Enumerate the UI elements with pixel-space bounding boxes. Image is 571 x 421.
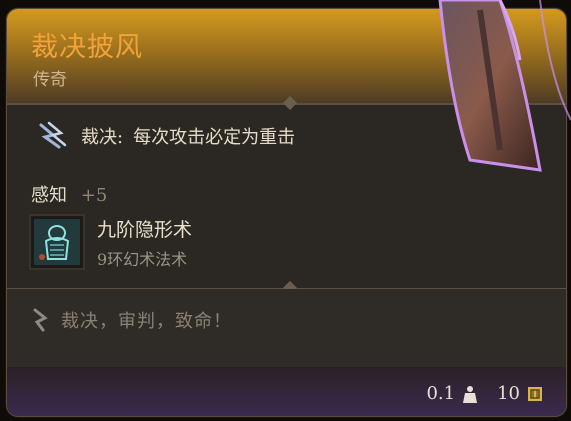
stat-name: 感知 (31, 185, 67, 206)
weight-icon (463, 385, 478, 403)
cloak-item-art (438, 0, 571, 172)
stat-bonus: 感知 +5 (31, 181, 107, 207)
spell-name: 九阶隐形术 (97, 218, 193, 241)
item-rarity: 传奇 (33, 70, 67, 90)
passive-name: 裁决: (81, 127, 124, 148)
gold-coin-icon (528, 386, 542, 401)
passive-description: 每次攻击必定为重击 (133, 127, 296, 148)
spell-level: 9环幻术法术 (97, 249, 188, 269)
flavor-section: 裁决，审判，致命！ (7, 289, 566, 367)
gold-value: 10 (497, 383, 520, 404)
quill-icon (33, 308, 48, 332)
spell-icon-frame (29, 214, 85, 270)
flavor-text: 裁决，审判，致命！ (61, 311, 232, 332)
passive-ability[interactable]: 裁决: 每次攻击必定为重击 (35, 117, 295, 155)
weight-value: 0.1 (426, 383, 456, 404)
lightning-claw-icon (39, 121, 67, 149)
granted-spell[interactable]: 九阶隐形术 9环幻术法术 (29, 213, 192, 271)
stat-value: +5 (80, 185, 108, 206)
tooltip-footer: 0.1 10 (7, 367, 566, 416)
item-name: 裁决披风 (31, 32, 143, 63)
invisibility-spell-icon (34, 219, 80, 265)
